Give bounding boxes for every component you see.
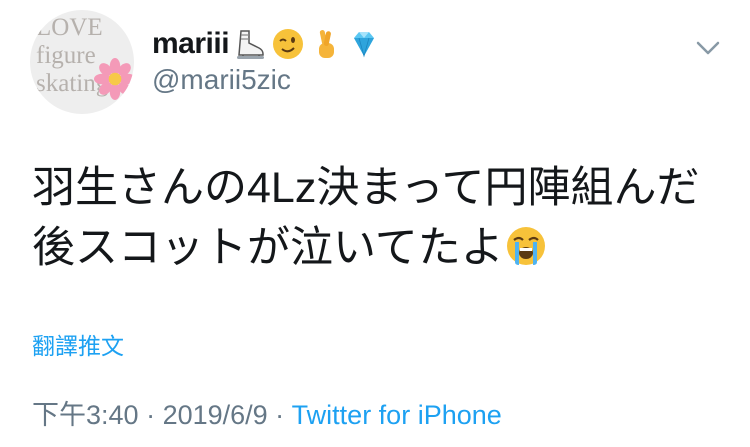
ice-skate-icon — [233, 27, 267, 61]
tweet-source-link[interactable]: Twitter for iPhone — [292, 400, 502, 430]
tweet-date: 2019/6/9 — [162, 400, 268, 430]
translate-tweet-link[interactable]: 翻譯推文 — [32, 327, 124, 361]
tweet-time: 下午3:40 — [32, 400, 139, 430]
user-handle[interactable]: @marii5zic — [152, 64, 291, 96]
gem-icon — [347, 27, 381, 61]
loudly-crying-face-icon — [504, 224, 548, 268]
tweet-line: 羽生さんの4Lz決まって円陣組んだ — [32, 164, 700, 212]
tweet-line-text: 後スコットが泣いてたよ — [32, 224, 504, 272]
display-name[interactable]: mariii — [152, 27, 230, 61]
avatar[interactable]: LOVE figure skating — [30, 10, 134, 114]
crossed-fingers-icon — [309, 27, 343, 61]
chevron-down-icon[interactable] — [690, 34, 726, 62]
tweet-metadata: 下午3:40 · 2019/6/9 · Twitter for iPhone — [32, 393, 502, 432]
flower-icon — [94, 58, 134, 100]
tweet-text: 羽生さんの4Lz決まって円陣組んだ 後スコットが泣いてたよ — [32, 158, 732, 278]
meta-separator: · — [138, 400, 163, 430]
user-name-row[interactable]: mariii — [152, 24, 381, 64]
meta-separator: · — [267, 400, 292, 430]
tweet-line: 後スコットが泣いてたよ — [32, 218, 732, 278]
winking-face-icon — [271, 27, 305, 61]
